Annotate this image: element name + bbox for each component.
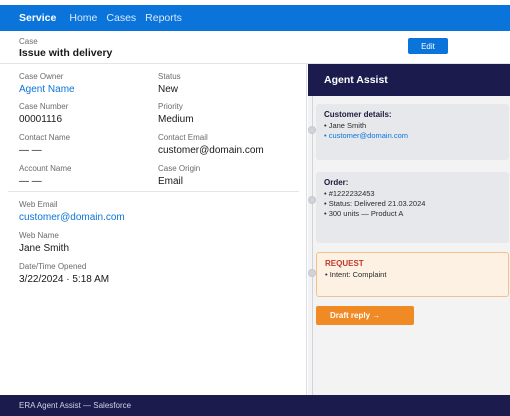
status-label: Status bbox=[158, 72, 181, 81]
timeline-rail bbox=[312, 96, 313, 395]
order-title: Order: bbox=[324, 178, 349, 187]
web-name-value: Jane Smith bbox=[19, 243, 70, 254]
edit-button[interactable]: Edit bbox=[408, 38, 448, 54]
timeline-dot-customer bbox=[308, 126, 316, 134]
contact-email-field: Contact Email customer@domain.com bbox=[158, 133, 264, 157]
date-opened-value: 3/22/2024 · 5:18 AM bbox=[19, 274, 110, 285]
case-owner-label: Case Owner bbox=[19, 72, 64, 81]
web-email-value[interactable]: customer@domain.com bbox=[19, 211, 125, 224]
case-title: Issue with delivery bbox=[19, 47, 113, 59]
case-header: Case Issue with delivery Edit bbox=[0, 31, 510, 64]
priority-value: Medium bbox=[158, 114, 194, 125]
account-name-field: Account Name — — bbox=[19, 164, 71, 188]
case-origin-value: Email bbox=[158, 176, 184, 187]
customer-details-title: Customer details: bbox=[324, 110, 392, 119]
draft-reply-button[interactable]: Draft reply → bbox=[316, 306, 414, 325]
request-title: REQUEST bbox=[325, 259, 364, 268]
web-name-field: Web Name Jane Smith bbox=[19, 231, 69, 255]
nav-link-home[interactable]: Home bbox=[69, 12, 97, 24]
date-opened-field: Date/Time Opened 3/22/2024 · 5:18 AM bbox=[19, 262, 109, 286]
case-number-label: Case Number bbox=[19, 102, 69, 111]
case-label: Case bbox=[19, 37, 38, 46]
agent-assist-panel: Agent Assist Customer details: • Jane Sm… bbox=[308, 64, 510, 395]
case-number-value: 00001116 bbox=[19, 114, 63, 125]
contact-name-value: — — bbox=[19, 145, 42, 156]
contact-email-label: Contact Email bbox=[158, 133, 208, 142]
priority-label: Priority bbox=[158, 102, 183, 111]
request-card: REQUEST • Intent: Complaint bbox=[316, 252, 509, 297]
customer-details-card: Customer details: • Jane Smith • custome… bbox=[316, 104, 509, 160]
case-owner-field: Case Owner Agent Name bbox=[19, 72, 75, 96]
top-navigation-bar: Service Home Cases Reports bbox=[0, 5, 510, 31]
web-email-label: Web Email bbox=[19, 200, 58, 209]
app-brand[interactable]: Service bbox=[19, 12, 56, 24]
order-card: Order: • #1222232453 • Status: Delivered… bbox=[316, 172, 509, 243]
order-number-item: • #1222232453 bbox=[324, 189, 375, 198]
nav-link-cases[interactable]: Cases bbox=[106, 12, 136, 24]
case-origin-field: Case Origin Email bbox=[158, 164, 200, 188]
case-owner-value[interactable]: Agent Name bbox=[19, 83, 75, 96]
status-value: New bbox=[158, 84, 179, 95]
agent-assist-header: Agent Assist bbox=[308, 64, 510, 96]
customer-name-item: • Jane Smith bbox=[324, 121, 367, 130]
web-email-field: Web Email customer@domain.com bbox=[19, 200, 125, 224]
priority-field: Priority Medium bbox=[158, 102, 194, 126]
section-divider bbox=[8, 191, 299, 192]
case-number-field: Case Number 00001116 bbox=[19, 102, 68, 126]
account-name-value: — — bbox=[19, 176, 42, 187]
order-units-item: • 300 units — Product A bbox=[324, 209, 404, 218]
contact-name-label: Contact Name bbox=[19, 133, 71, 142]
date-opened-label: Date/Time Opened bbox=[19, 262, 87, 271]
account-name-label: Account Name bbox=[19, 164, 72, 173]
web-name-label: Web Name bbox=[19, 231, 59, 240]
case-details-panel: Case Owner Agent Name Status New Case Nu… bbox=[0, 64, 307, 395]
status-field: Status New bbox=[158, 72, 181, 96]
timeline-dot-order bbox=[308, 196, 316, 204]
contact-email-value: customer@domain.com bbox=[158, 145, 264, 156]
timeline-dot-request bbox=[308, 269, 316, 277]
nav-link-reports[interactable]: Reports bbox=[145, 12, 182, 24]
contact-name-field: Contact Name — — bbox=[19, 133, 70, 157]
footer-bar: ERA Agent Assist — Salesforce bbox=[0, 395, 510, 416]
order-status-item: • Status: Delivered 21.03.2024 bbox=[324, 199, 426, 208]
case-origin-label: Case Origin bbox=[158, 164, 201, 173]
request-intent-item: • Intent: Complaint bbox=[325, 270, 387, 279]
customer-email-item[interactable]: • customer@domain.com bbox=[324, 131, 501, 141]
